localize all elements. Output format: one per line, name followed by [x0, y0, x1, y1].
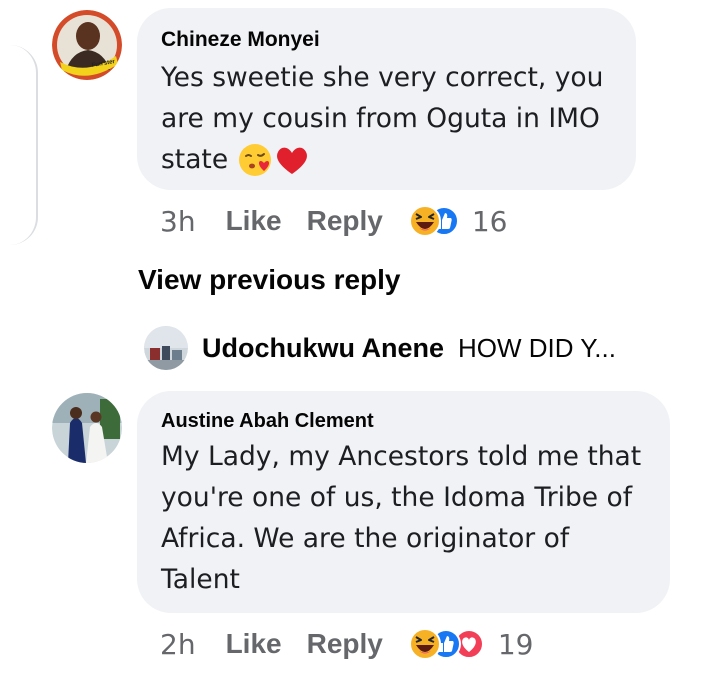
- kissing-heart-emoji-icon: [238, 143, 272, 177]
- haha-icon: [408, 205, 441, 237]
- comment-thread: Fun'ster Chineze Monyei Yes sweetie she …: [0, 0, 720, 686]
- comment-author[interactable]: Chineze Monyei: [161, 28, 320, 52]
- reaction-count[interactable]: 19: [498, 628, 534, 661]
- haha-icon: [408, 628, 441, 660]
- comment-line: state: [161, 144, 229, 175]
- avatar-udochukwu-anene[interactable]: [144, 326, 188, 370]
- comment-text: Yes sweetie she very correct, you are my…: [161, 57, 631, 180]
- red-heart-emoji-icon: [274, 143, 310, 177]
- comment-text: My Lady, my Ancestors told me that you'r…: [161, 436, 666, 600]
- comment-line: you're one of us, the Idoma Tribe of: [161, 482, 633, 513]
- reply-preview-text: HOW DID Y...: [458, 332, 616, 363]
- comment-line: Africa. We are the originator of: [161, 523, 570, 554]
- reply-button[interactable]: Reply: [307, 205, 383, 237]
- comment-author[interactable]: Austine Abah Clement: [161, 410, 374, 433]
- comment-line: Talent: [161, 564, 240, 595]
- view-previous-reply-link[interactable]: View previous reply: [138, 264, 401, 296]
- comment-actions: 3h Like Reply 16: [160, 201, 507, 241]
- avatar-chineze-monyei[interactable]: Fun'ster: [52, 10, 122, 80]
- comment-bubble: Austine Abah Clement My Lady, my Ancesto…: [137, 391, 670, 613]
- reply-author[interactable]: Udochukwu Anene: [202, 333, 444, 364]
- thread-connector-line: [10, 45, 38, 245]
- like-button[interactable]: Like: [226, 205, 282, 237]
- comment-timestamp[interactable]: 3h: [160, 205, 196, 238]
- like-button[interactable]: Like: [226, 628, 282, 660]
- reaction-count[interactable]: 16: [472, 205, 508, 238]
- comment-bubble: Chineze Monyei Yes sweetie she very corr…: [137, 8, 636, 190]
- reactions-summary[interactable]: [408, 627, 488, 661]
- comment-line: Yes sweetie she very correct, you: [161, 62, 604, 93]
- collapsed-reply[interactable]: Udochukwu Anene HOW DID Y...: [144, 326, 616, 370]
- avatar-austine-abah-clement[interactable]: [52, 393, 122, 463]
- comment-line-with-emoji: state: [161, 139, 631, 180]
- reply-button[interactable]: Reply: [307, 628, 383, 660]
- comment-timestamp[interactable]: 2h: [160, 628, 196, 661]
- comment-line: are my cousin from Oguta in IMO: [161, 103, 600, 134]
- comment-actions: 2h Like Reply 19: [160, 624, 533, 664]
- reactions-summary[interactable]: [408, 204, 462, 238]
- comment-line: My Lady, my Ancestors told me that: [161, 441, 642, 472]
